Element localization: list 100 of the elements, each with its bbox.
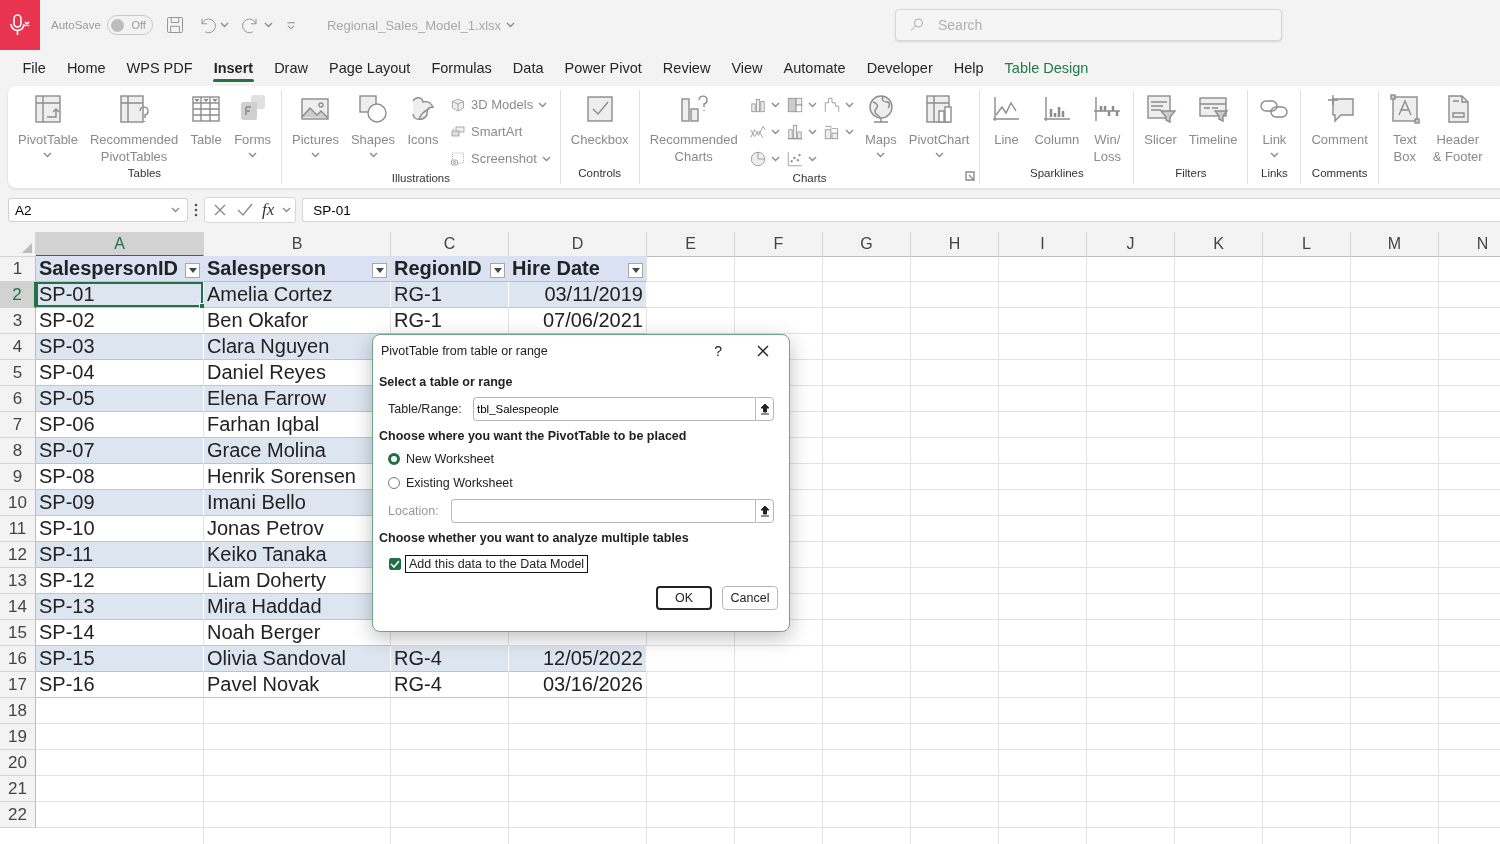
ribbon-button[interactable]: Line	[985, 91, 1028, 150]
row-header[interactable]: 7	[0, 412, 36, 438]
group-label: Controls	[578, 167, 622, 181]
menu-tab[interactable]: File	[12, 54, 57, 82]
ribbon-button[interactable]: Column	[1029, 91, 1085, 150]
menu-tab[interactable]: Draw	[263, 54, 319, 82]
ribbon-button[interactable]: Shapes	[345, 91, 401, 160]
checkbox[interactable]	[389, 558, 401, 570]
ribbon-button[interactable]: PivotTable	[13, 91, 83, 160]
menu-tab[interactable]: Data	[502, 54, 554, 82]
filter-button[interactable]	[628, 263, 643, 278]
column-header[interactable]: G	[823, 232, 911, 257]
column-header[interactable]: A	[36, 232, 204, 257]
column-header[interactable]: E	[647, 232, 735, 257]
ribbon-button[interactable]: 3D Models	[450, 91, 551, 118]
column-header[interactable]: N	[1439, 232, 1500, 257]
menu-tab[interactable]: View	[720, 54, 774, 82]
ribbon-button[interactable]: Icons	[402, 91, 445, 150]
ribbon-button[interactable]: Forms	[229, 91, 276, 160]
row-header[interactable]: 2	[0, 282, 36, 308]
name-box[interactable]: A2	[8, 198, 188, 222]
ribbon-button[interactable]: Table	[185, 91, 228, 150]
row-header[interactable]: 11	[0, 516, 36, 542]
search-field[interactable]: Search	[895, 9, 1282, 41]
radio-button[interactable]	[388, 453, 400, 465]
row-header[interactable]: 16	[0, 646, 36, 672]
row-header[interactable]: 9	[0, 464, 36, 490]
help-button[interactable]: ?	[714, 343, 722, 359]
cancel-icon[interactable]	[212, 202, 228, 218]
row-header[interactable]: 13	[0, 568, 36, 594]
menu-tab[interactable]: Help	[943, 54, 995, 82]
column-header[interactable]: I	[999, 232, 1087, 257]
menu-tab[interactable]: Formulas	[420, 54, 503, 82]
row-header[interactable]: 1	[0, 256, 36, 282]
ribbon-button[interactable]: Screenshot	[450, 145, 551, 172]
ribbon-button[interactable]: PivotChart	[903, 91, 975, 160]
row-header[interactable]: 21	[0, 776, 36, 802]
insert-function-button[interactable]: fx	[262, 200, 275, 220]
menu-tab[interactable]: Review	[652, 54, 721, 82]
customize-icon[interactable]	[284, 19, 297, 31]
row-header[interactable]: 22	[0, 802, 36, 828]
menu-tab[interactable]: Insert	[203, 54, 264, 82]
row-header[interactable]: 3	[0, 308, 36, 334]
dictate-button[interactable]	[0, 0, 40, 50]
ribbon-button[interactable]: Maps	[859, 91, 902, 160]
ribbon-button[interactable]: Header & Footer	[1427, 91, 1488, 167]
row-header[interactable]: 17	[0, 672, 36, 698]
menu-tab[interactable]: Home	[56, 54, 117, 82]
ribbon-button[interactable]: Text Box	[1383, 91, 1426, 167]
collapse-button[interactable]	[755, 499, 774, 523]
column-header[interactable]: J	[1087, 232, 1175, 257]
row-header[interactable]: 12	[0, 542, 36, 568]
column-header[interactable]: M	[1351, 232, 1439, 257]
autosave-label: AutoSave	[51, 19, 101, 31]
dialog-button[interactable]: Cancel	[722, 586, 778, 610]
menu-tab[interactable]: Page Layout	[318, 54, 421, 82]
row-header[interactable]: 15	[0, 620, 36, 646]
filter-button[interactable]	[490, 263, 505, 278]
ribbon-button[interactable]: Checkbox	[565, 91, 634, 150]
ribbon-button[interactable]: Comment	[1306, 91, 1373, 150]
row-header[interactable]: 14	[0, 594, 36, 620]
dialog-launcher-icon[interactable]	[965, 171, 976, 181]
more-icon[interactable]	[194, 203, 198, 217]
ribbon-button[interactable]: Win/ Loss	[1086, 91, 1129, 167]
menu-tab[interactable]: WPS PDF	[116, 54, 204, 82]
enter-icon[interactable]	[236, 202, 254, 218]
close-icon[interactable]	[756, 344, 770, 358]
ribbon-button[interactable]: Pictures	[287, 91, 344, 160]
column-header[interactable]: K	[1175, 232, 1263, 257]
filter-button[interactable]	[372, 263, 387, 278]
column-header[interactable]: F	[735, 232, 823, 257]
save-icon[interactable]	[164, 15, 185, 35]
row-header[interactable]: 4	[0, 334, 36, 360]
row-header[interactable]: 10	[0, 490, 36, 516]
row-header[interactable]: 6	[0, 386, 36, 412]
location-field[interactable]	[451, 499, 755, 523]
column-header[interactable]: L	[1263, 232, 1351, 257]
dialog-button[interactable]: OK	[656, 586, 712, 610]
row-header[interactable]: 19	[0, 724, 36, 750]
ribbon-button[interactable]: Slicer	[1139, 91, 1182, 150]
radio-label[interactable]: Existing Worksheet	[406, 476, 513, 490]
checkbox-label[interactable]: Add this data to the Data Model	[405, 555, 589, 573]
ribbon-button[interactable]: Recommended Charts	[644, 91, 743, 167]
menu-tab[interactable]: Power Pivot	[554, 54, 653, 82]
row-header[interactable]: 5	[0, 360, 36, 386]
menu-tab[interactable]: Table Design	[994, 54, 1099, 82]
collapse-button[interactable]	[755, 397, 774, 421]
ribbon-button[interactable]: Recommended PivotTables	[85, 91, 184, 167]
filter-button[interactable]	[185, 263, 200, 278]
column-header[interactable]: H	[911, 232, 999, 257]
row-header[interactable]: 20	[0, 750, 36, 776]
range-field[interactable]: tbl_Salespeople	[473, 397, 755, 421]
ribbon-button[interactable]: SmartArt	[450, 118, 551, 145]
radio-label[interactable]: New Worksheet	[406, 452, 494, 466]
ribbon-button[interactable]: Timeline	[1183, 91, 1243, 150]
menu-tab[interactable]: Automate	[773, 54, 857, 82]
formula-field[interactable]: SP-01	[302, 198, 1500, 222]
row-header[interactable]: 8	[0, 438, 36, 464]
menu-tab[interactable]: Developer	[856, 54, 944, 82]
row-header[interactable]: 18	[0, 698, 36, 724]
